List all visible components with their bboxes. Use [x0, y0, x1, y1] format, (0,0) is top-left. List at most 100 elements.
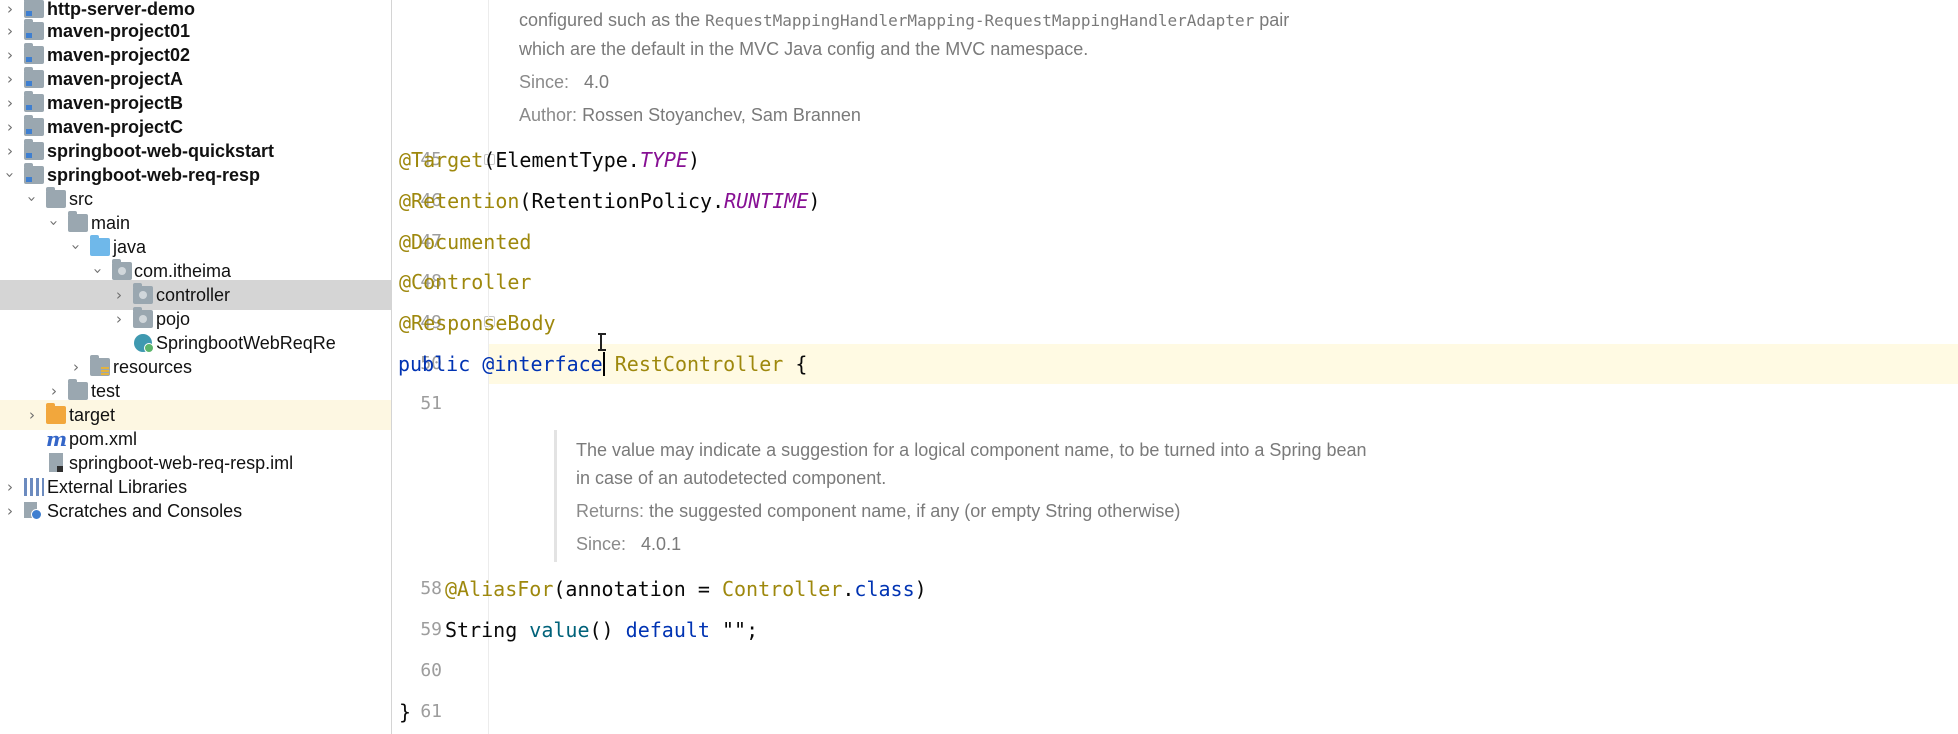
module-folder-icon [24, 67, 44, 88]
tree-item-label: maven-projectC [47, 117, 184, 137]
chevron-down-icon[interactable]: › [23, 193, 41, 205]
chevron-right-icon[interactable]: › [48, 383, 60, 399]
doc-tag-value: 4.0.1 [641, 534, 682, 554]
line-number: 59 [420, 619, 442, 640]
string-literal: ""; [722, 618, 759, 642]
code-line-46[interactable]: @Retention(RetentionPolicy.RUNTIME) [399, 188, 820, 214]
doc-tag-value: Rossen Stoyanchev, Sam Brannen [582, 105, 861, 125]
tree-item-label: main [91, 213, 131, 233]
tree-item-label: maven-project02 [47, 45, 191, 65]
annotation: @ResponseBody [399, 311, 556, 335]
code-line-45[interactable]: @Target(ElementType.TYPE) [399, 147, 700, 173]
keyword: public [398, 352, 471, 376]
doc-tag-label: Since: [576, 534, 627, 554]
code-editor[interactable]: 45 46 47 48 49 50 51 58 59 60 61 configu… [392, 0, 1958, 734]
chevron-right-icon[interactable]: › [4, 71, 16, 87]
doc-text: in case of an autodetected component. [576, 468, 887, 488]
chevron-down-icon[interactable]: › [89, 265, 107, 277]
module-folder-icon [24, 43, 44, 64]
tree-item-label: springboot-web-quickstart [47, 141, 275, 161]
chevron-down-icon[interactable]: › [45, 217, 63, 229]
chevron-down-icon[interactable]: › [67, 241, 85, 253]
folder-icon [68, 379, 88, 400]
annotation: @Documented [399, 230, 532, 254]
tree-item-label: maven-projectB [47, 93, 184, 113]
chevron-right-icon[interactable]: › [113, 311, 125, 327]
chevron-right-icon[interactable]: › [113, 287, 125, 303]
code-text: ) [808, 189, 821, 213]
type-name: RestController [614, 352, 784, 376]
chevron-right-icon[interactable]: › [4, 23, 16, 39]
doc-tag-value: 4.0 [584, 72, 610, 92]
rendered-doc-comment: The value may indicate a suggestion for … [576, 436, 1367, 558]
doc-text: which are the default in the MVC Java co… [519, 39, 1089, 59]
maven-icon: m [46, 427, 68, 451]
annotation: @Target [399, 148, 484, 172]
tree-item-label: test [91, 381, 121, 401]
code-text: { [795, 352, 808, 376]
keyword: class [854, 577, 915, 601]
keyword: @interface [482, 352, 603, 376]
chevron-down-icon[interactable]: › [1, 169, 19, 181]
code-text: () [589, 618, 614, 642]
code-line-50[interactable]: public @interface RestController { [398, 351, 807, 377]
chevron-right-icon[interactable]: › [4, 119, 16, 135]
method-name: value [529, 618, 590, 642]
mouse-ibeam-cursor-icon [598, 333, 608, 351]
doc-border [554, 430, 557, 562]
tree-item-label: target [69, 405, 116, 425]
enum-constant: TYPE [639, 148, 689, 172]
chevron-right-icon[interactable]: › [4, 503, 16, 519]
chevron-right-icon[interactable]: › [4, 143, 16, 159]
chevron-right-icon[interactable]: › [4, 1, 16, 17]
folder-icon [68, 211, 88, 232]
code-text: . [842, 577, 855, 601]
package-icon [112, 259, 132, 280]
rendered-doc-comment: configured such as the RequestMappingHan… [519, 6, 1289, 129]
tree-item-label: controller [156, 285, 231, 305]
module-folder-icon [24, 115, 44, 136]
code-line-47[interactable]: @Documented [399, 229, 531, 255]
tree-item[interactable]: › Scratches and Consoles [0, 496, 391, 526]
line-number: 51 [420, 393, 442, 414]
scratches-icon [24, 502, 42, 520]
source-folder-icon [90, 235, 110, 256]
line-number: 60 [420, 660, 442, 681]
doc-tag-value: the suggested component name, if any (or… [649, 501, 1181, 521]
code-line-61[interactable]: } [399, 699, 411, 725]
module-folder-icon [24, 91, 44, 112]
code-text: String [445, 618, 518, 642]
tree-item-label: SpringbootWebReqRe [156, 333, 336, 353]
package-icon [133, 283, 153, 304]
tree-item-label: External Libraries [47, 477, 188, 497]
chevron-right-icon[interactable]: › [4, 47, 16, 63]
annotation: @Controller [399, 270, 532, 294]
doc-text: configured such as the [519, 10, 701, 30]
tree-item-label: pojo [156, 309, 191, 329]
tree-item-label: springboot-web-req-resp.iml [69, 453, 294, 473]
code-text: ) [914, 577, 927, 601]
chevron-right-icon[interactable]: › [4, 479, 16, 495]
code-text: ) [688, 148, 701, 172]
line-number: 58 [420, 578, 442, 599]
excluded-folder-icon [46, 403, 66, 424]
code-line-59[interactable]: String value() default ""; [445, 617, 758, 643]
libraries-icon [24, 478, 44, 496]
enum-constant: RUNTIME [724, 189, 809, 213]
code-line-58[interactable]: @AliasFor(annotation = Controller.class) [445, 576, 927, 602]
chevron-right-icon[interactable]: › [26, 407, 38, 423]
iml-file-icon [49, 453, 63, 472]
resources-folder-icon [90, 355, 110, 376]
chevron-right-icon[interactable]: › [4, 95, 16, 111]
code-text: } [399, 700, 412, 724]
tree-item-label: pom.xml [69, 429, 138, 449]
code-line-48[interactable]: @Controller [399, 269, 531, 295]
spring-boot-class-icon [134, 334, 154, 353]
tree-item-label: java [113, 237, 147, 257]
tree-item-label: maven-projectA [47, 69, 184, 89]
chevron-right-icon[interactable]: › [70, 359, 82, 375]
code-line-49[interactable]: @ResponseBody [399, 310, 556, 336]
doc-text: pair [1259, 10, 1290, 30]
module-folder-icon [24, 19, 44, 40]
tree-item-label: src [69, 189, 93, 209]
